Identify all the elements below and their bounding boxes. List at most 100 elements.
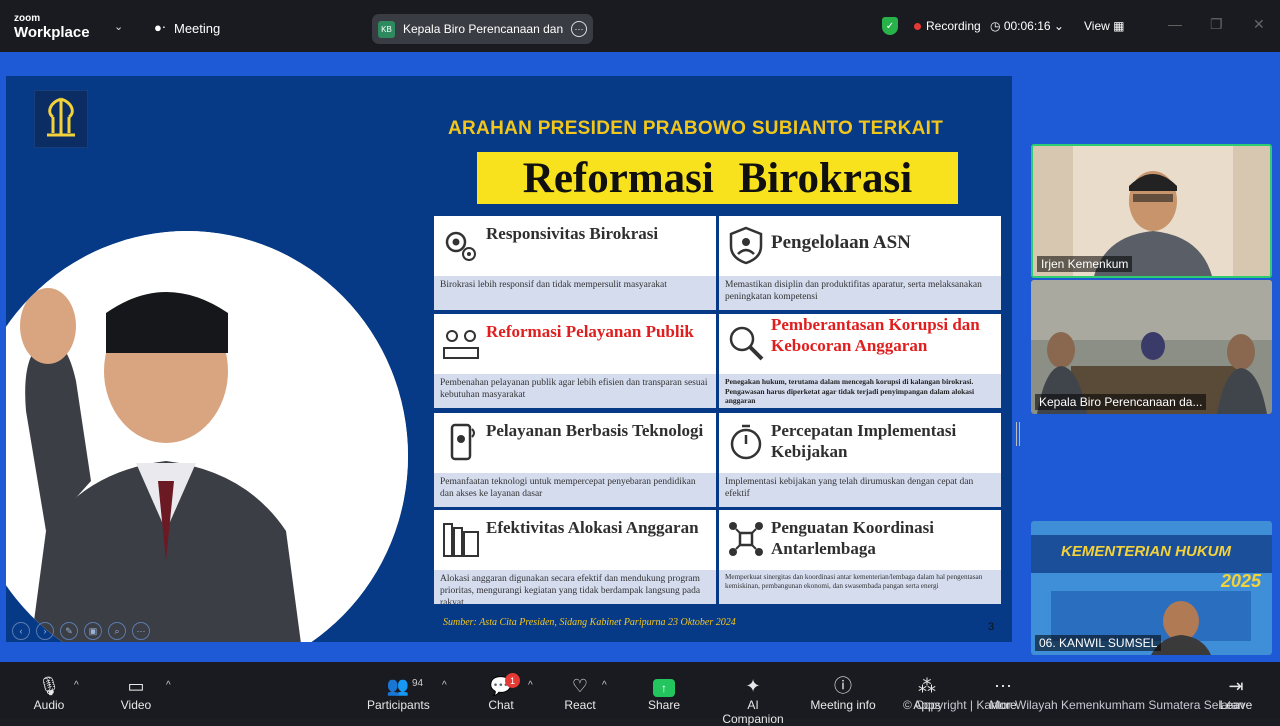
view-label: View xyxy=(1084,19,1110,33)
meeting-stage: ARAHAN PRESIDEN PRABOWO SUBIANTO TERKAIT… xyxy=(0,52,1280,662)
participants-options-caret[interactable]: ^ xyxy=(442,680,447,691)
card-pemberantasan-korupsi: Pemberantasan Korupsi dan Kebocoran Angg… xyxy=(719,314,1001,408)
share-status-pill[interactable]: KB Kepala Biro Perencanaan dan Org ··· xyxy=(372,14,593,44)
tile-year: 2025 xyxy=(1221,571,1262,591)
more-icon: ⋯ xyxy=(994,676,1012,696)
card-title: Responsivitas Birokrasi xyxy=(486,224,659,243)
card-title: Reformasi Pelayanan Publik xyxy=(486,322,694,341)
card-reformasi-pelayanan: Reformasi Pelayanan Publik Pembenahan pe… xyxy=(434,314,716,408)
pen-icon[interactable]: ✎ xyxy=(60,622,78,640)
chevron-down-icon[interactable]: ⌄ xyxy=(114,20,123,33)
slide-banner: Reformasi Birokrasi xyxy=(477,152,958,204)
tree-emblem-icon xyxy=(47,97,75,137)
card-pengelolaan-asn: Pengelolaan ASN Memastikan disiplin dan … xyxy=(719,216,1001,310)
slide-controls: ‹ › ✎ ▣ ⌕ ··· xyxy=(12,622,150,640)
video-button[interactable]: ▭ Video xyxy=(118,674,154,712)
card-desc: Pemanfaatan teknologi untuk mempercepat … xyxy=(434,473,716,507)
card-desc: Memperkuat sinergitas dan koordinasi ant… xyxy=(719,570,1001,604)
meeting-menu[interactable]: ●⋅ Meeting xyxy=(154,20,220,36)
leave-icon: ⇥ xyxy=(1228,676,1244,696)
minimize-icon[interactable]: — xyxy=(1168,16,1182,32)
video-options-caret[interactable]: ^ xyxy=(166,680,171,691)
pengayoman-logo xyxy=(34,90,88,148)
ai-companion-label: AI Companion xyxy=(722,698,784,726)
restore-icon[interactable]: ❐ xyxy=(1210,16,1223,33)
view-button[interactable]: View ▦ xyxy=(1084,19,1124,33)
card-desc: Memastikan disiplin dan produktifitas ap… xyxy=(719,276,1001,310)
card-title: Pengelolaan ASN xyxy=(771,232,911,253)
camera-icon: ▭ xyxy=(127,676,145,696)
recording-indicator[interactable]: Recording xyxy=(914,19,981,33)
chat-options-caret[interactable]: ^ xyxy=(528,680,533,691)
ai-companion-button[interactable]: ✦ AI Companion xyxy=(716,674,790,726)
grid-icon: ▦ xyxy=(1113,19,1125,33)
service-desk-icon xyxy=(443,330,479,359)
close-icon[interactable]: ✕ xyxy=(1253,16,1265,33)
zoom-logo: zoom Workplace xyxy=(14,13,90,41)
zoom-icon[interactable]: ⌕ xyxy=(108,622,126,640)
participant-name: 06. KANWIL SUMSEL xyxy=(1035,635,1162,651)
slide-source: Sumber: Asta Cita Presiden, Sidang Kabin… xyxy=(443,617,736,628)
react-label: React xyxy=(564,698,596,712)
more-icon[interactable]: ··· xyxy=(132,622,150,640)
shared-slide: ARAHAN PRESIDEN PRABOWO SUBIANTO TERKAIT… xyxy=(6,76,1012,642)
prev-slide-icon[interactable]: ‹ xyxy=(12,622,30,640)
card-penguatan-koordinasi: Penguatan Koordinasi Antarlembaga Memper… xyxy=(719,510,1001,604)
video-tile-kanwil-sumsel[interactable]: KEMENTERIAN HUKUM 2025 06. KANWIL SUMSEL xyxy=(1031,521,1272,655)
react-options-caret[interactable]: ^ xyxy=(602,680,607,691)
share-title: Kepala Biro Perencanaan dan Org xyxy=(403,22,563,36)
books-icon xyxy=(443,523,479,557)
magnifier-icon xyxy=(729,326,764,361)
card-title: Pemberantasan Korupsi dan Kebocoran Angg… xyxy=(771,315,980,355)
gears-icon xyxy=(445,231,476,261)
encryption-shield-icon[interactable]: ✓ xyxy=(882,17,898,35)
card-desc: Penegakan hukum, terutama dalam mencegah… xyxy=(719,374,1001,408)
president-photo-image xyxy=(6,231,408,642)
meeting-info-button[interactable]: ⓘ Meeting info xyxy=(810,674,876,712)
audio-options-caret[interactable]: ^ xyxy=(74,680,79,691)
card-desc: Implementasi kebijakan yang telah dirumu… xyxy=(719,473,1001,507)
slide-heading: ARAHAN PRESIDEN PRABOWO SUBIANTO TERKAIT xyxy=(448,118,944,139)
video-tile-kepala-biro[interactable]: Kepala Biro Perencanaan da... xyxy=(1031,280,1272,414)
audio-button[interactable]: 🎙 Audio xyxy=(30,674,68,712)
react-button[interactable]: ♡ React xyxy=(562,674,598,712)
participant-name: Kepala Biro Perencanaan da... xyxy=(1035,394,1207,410)
panel-resize-handle[interactable] xyxy=(1016,422,1020,446)
paw-icon: ●⋅ xyxy=(154,20,166,35)
video-label: Video xyxy=(120,698,152,712)
chat-unread-badge: 1 xyxy=(505,673,520,688)
shield-person-icon xyxy=(729,226,763,265)
mobile-icon xyxy=(450,423,475,461)
brand-large: Workplace xyxy=(14,24,90,41)
more-options-icon[interactable]: ··· xyxy=(571,21,587,37)
sparkle-icon: ✦ xyxy=(745,676,761,696)
timer-value: 00:06:16 xyxy=(1003,19,1051,33)
slides-icon[interactable]: ▣ xyxy=(84,622,102,640)
next-slide-icon[interactable]: › xyxy=(36,622,54,640)
card-percepatan-kebijakan: Percepatan Implementasi Kebijakan Implem… xyxy=(719,413,1001,507)
top-bar: zoom Workplace ⌄ ●⋅ Meeting KB Kepala Bi… xyxy=(0,0,1280,52)
share-button[interactable]: ↑ Share xyxy=(646,674,682,712)
heart-icon: ♡ xyxy=(571,676,589,696)
meeting-timer[interactable]: ◷ 00:06:16 ⌄ xyxy=(990,19,1064,33)
president-photo xyxy=(6,231,408,642)
brand-small: zoom xyxy=(14,13,41,24)
presenter-avatar: KB xyxy=(378,20,395,38)
card-responsivitas: Responsivitas Birokrasi Birokrasi lebih … xyxy=(434,216,716,310)
video-tile-irjen[interactable]: Irjen Kemenkum xyxy=(1031,144,1272,278)
card-desc: Pembenahan pelayanan publik agar lebih e… xyxy=(434,374,716,408)
card-title: Penguatan Koordinasi Antarlembaga xyxy=(771,518,934,558)
slide-page-number: 3 xyxy=(988,621,995,633)
mic-muted-icon: 🎙 xyxy=(37,676,61,696)
info-icon: ⓘ xyxy=(834,676,852,696)
participant-name: Irjen Kemenkum xyxy=(1037,256,1133,272)
clock-icon: ◷ xyxy=(990,19,1001,33)
card-desc: Birokrasi lebih responsif dan tidak memp… xyxy=(434,276,716,310)
participants-label: Participants xyxy=(367,698,430,712)
chevron-down-icon: ⌄ xyxy=(1053,19,1064,33)
recording-label: Recording xyxy=(926,19,981,33)
record-dot-icon xyxy=(914,22,921,30)
chat-label: Chat xyxy=(488,698,514,712)
audio-label: Audio xyxy=(33,698,65,712)
card-title: Pelayanan Berbasis Teknologi xyxy=(486,421,704,440)
